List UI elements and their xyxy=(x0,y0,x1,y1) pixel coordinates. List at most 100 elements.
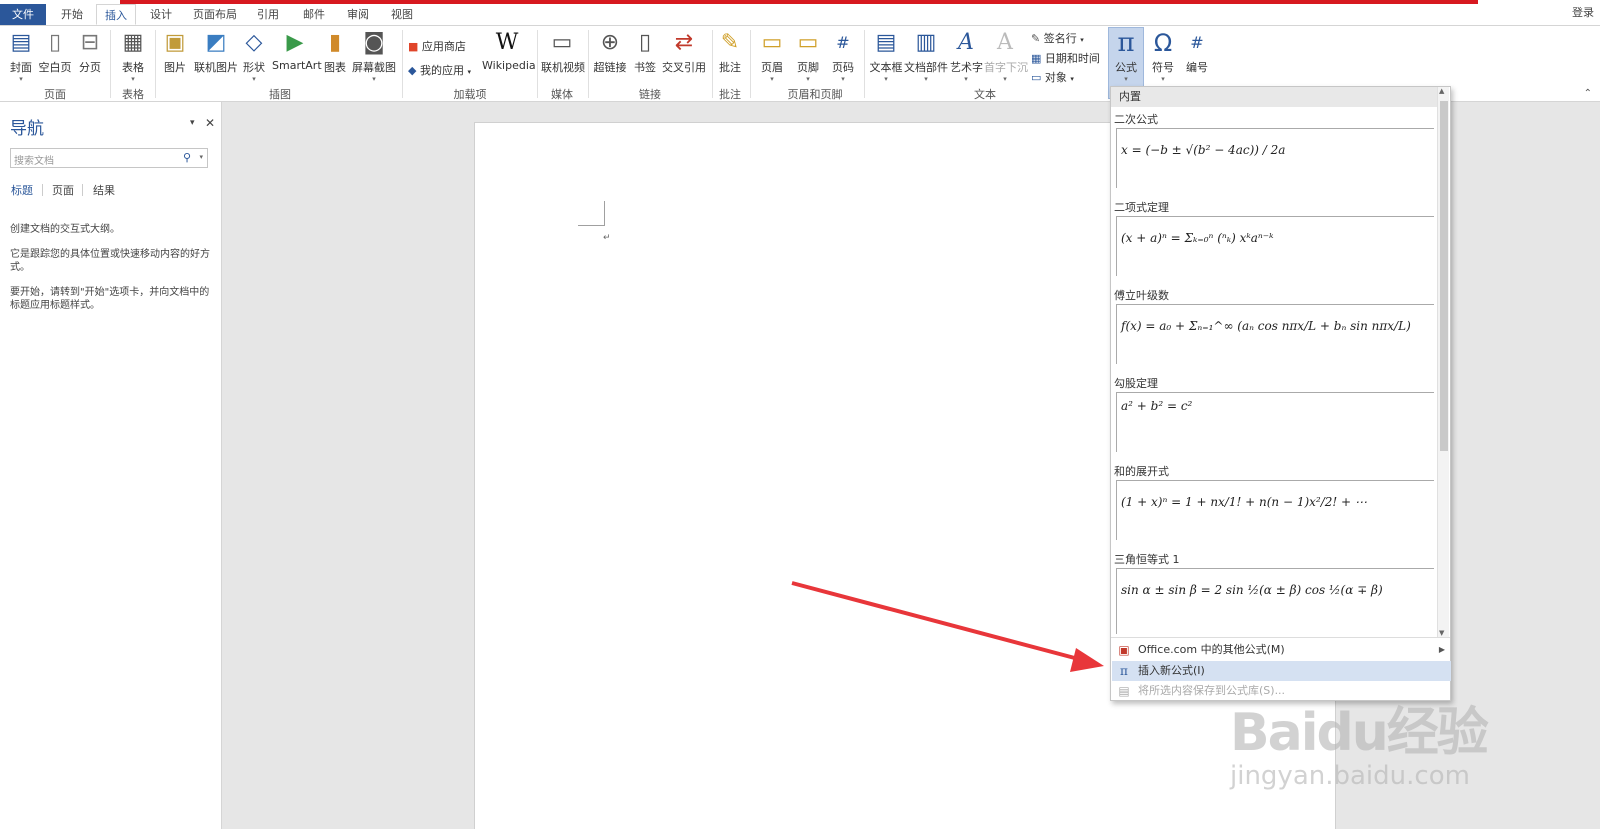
more-equations-menu-item[interactable]: ▣ Office.com 中的其他公式(M) ▶ xyxy=(1112,640,1451,660)
login-link[interactable]: 登录 xyxy=(1572,4,1594,20)
equation-preview: sin α ± sin β = 2 sin ½(α ± β) cos ½(α ∓… xyxy=(1121,583,1383,597)
tab-file[interactable]: 文件 xyxy=(0,4,46,25)
page-break-button[interactable]: ⊟ 分页 xyxy=(76,29,104,75)
search-document-input[interactable]: 搜索文档 ⚲ ▾ xyxy=(10,148,208,168)
equation-fourier[interactable]: f(x) = a₀ + Σₙ₌₁^∞ (aₙ cos nπx/L + bₙ si… xyxy=(1116,304,1434,364)
chevron-down-icon: ▾ xyxy=(964,75,968,83)
omega-icon: Ω xyxy=(1153,29,1173,57)
chevron-down-icon: ▾ xyxy=(1070,75,1074,83)
number-button[interactable]: # 编号 xyxy=(1182,29,1212,75)
drop-cap-button[interactable]: A 首字下沉 ▾ xyxy=(984,29,1028,83)
comment-icon: ✎ xyxy=(720,30,740,55)
blank-page-button[interactable]: ▯ 空白页 xyxy=(38,29,72,75)
tab-home[interactable]: 开始 xyxy=(52,4,92,25)
group-illustrations: 插图 xyxy=(269,88,291,101)
wikipedia-button[interactable]: W Wikipedia xyxy=(482,29,536,72)
pictures-button[interactable]: ▣ 图片 xyxy=(160,29,190,75)
insert-new-equation-menu-item[interactable]: π 插入新公式(I) xyxy=(1112,661,1451,681)
online-video-button[interactable]: ▭ 联机视频 xyxy=(541,29,585,75)
header-button[interactable]: ▭ 页眉 ▾ xyxy=(758,29,786,83)
tab-insert[interactable]: 插入 xyxy=(96,4,136,25)
equation-trig[interactable]: sin α ± sin β = 2 sin ½(α ± β) cos ½(α ∓… xyxy=(1116,568,1434,634)
footer-button[interactable]: ▭ 页脚 ▾ xyxy=(794,29,822,83)
equation-binomial[interactable]: (x + a)ⁿ = Σₖ₌₀ⁿ (ⁿₖ) xᵏaⁿ⁻ᵏ xyxy=(1116,216,1434,276)
footer-icon: ▭ xyxy=(797,30,819,55)
office-icon: ▣ xyxy=(1118,643,1130,657)
gallery-scrollbar[interactable]: ▲ ▼ xyxy=(1437,87,1449,637)
hyperlink-button[interactable]: ⊕ 超链接 xyxy=(593,29,627,75)
equation-preview: (1 + x)ⁿ = 1 + nx/1! + n(n − 1)x²/2! + ⋯ xyxy=(1121,495,1367,509)
scroll-thumb[interactable] xyxy=(1440,101,1448,451)
quick-parts-icon: ▥ xyxy=(915,30,937,55)
scroll-down-icon[interactable]: ▼ xyxy=(1439,629,1444,637)
text-box-button[interactable]: ▤ 文本框 ▾ xyxy=(868,29,904,83)
cover-page-icon: ▤ xyxy=(10,30,32,55)
screenshot-button[interactable]: ◙ 屏幕截图 ▾ xyxy=(352,29,396,83)
chevron-down-icon: ▾ xyxy=(841,75,845,83)
my-apps-button[interactable]: ◆ 我的应用 ▾ xyxy=(408,62,471,78)
equation-button[interactable]: π 公式 ▾ xyxy=(1108,29,1144,83)
equation-label: 二次公式 xyxy=(1114,113,1158,126)
office-store-button[interactable]: ■ 应用商店 xyxy=(408,38,466,54)
quick-parts-button[interactable]: ▥ 文档部件 ▾ xyxy=(904,29,948,83)
divider xyxy=(42,184,43,196)
equation-label: 三角恒等式 1 xyxy=(1114,553,1180,566)
group-text: 文本 xyxy=(974,88,996,101)
wordart-button[interactable]: A 艺术字 ▾ xyxy=(950,29,983,83)
equation-quadratic[interactable]: x = (−b ± √(b² − 4ac)) / 2a xyxy=(1116,128,1434,188)
divider xyxy=(82,184,83,196)
calendar-icon: ▦ xyxy=(1031,52,1042,65)
gallery-header: 内置 xyxy=(1111,87,1437,107)
drop-cap-icon: A xyxy=(997,30,1013,55)
tab-page-layout[interactable]: 页面布局 xyxy=(190,4,240,25)
tab-results[interactable]: 结果 xyxy=(93,182,115,198)
smartart-button[interactable]: ▶ SmartArt xyxy=(272,29,322,72)
chevron-down-icon[interactable]: ▾ xyxy=(199,153,203,161)
tab-review[interactable]: 审阅 xyxy=(340,4,376,25)
chart-icon: ▮ xyxy=(328,30,342,55)
tab-design[interactable]: 设计 xyxy=(141,4,181,25)
search-icon[interactable]: ⚲ xyxy=(183,151,191,164)
signature-line-button[interactable]: ✎ 签名行 ▾ xyxy=(1031,30,1084,46)
equation-pythagorean[interactable]: a² + b² = c² xyxy=(1116,392,1434,452)
chevron-down-icon: ▾ xyxy=(884,75,888,83)
symbol-button[interactable]: Ω 符号 ▾ xyxy=(1148,29,1178,83)
shapes-icon: ◇ xyxy=(245,30,263,55)
navigation-pane: 导航 ▾ ✕ 搜索文档 ⚲ ▾ 标题 页面 结果 创建文档的交互式大纲。 它是跟… xyxy=(0,102,222,829)
collapse-ribbon-icon[interactable]: ⌃ xyxy=(1584,88,1592,99)
scroll-up-icon[interactable]: ▲ xyxy=(1439,87,1444,95)
cross-reference-icon: ⇄ xyxy=(674,30,694,55)
chevron-right-icon: ▶ xyxy=(1438,645,1445,654)
chart-button[interactable]: ▮ 图表 xyxy=(322,29,348,75)
chevron-down-icon: ▾ xyxy=(19,75,23,83)
link-icon: ⊕ xyxy=(600,30,620,55)
shapes-button[interactable]: ◇ 形状 ▾ xyxy=(240,29,268,83)
nav-help-text-1: 创建文档的交互式大纲。 xyxy=(10,224,120,235)
number-icon: # xyxy=(1190,33,1204,52)
tab-view[interactable]: 视图 xyxy=(384,4,420,25)
online-pictures-button[interactable]: ◩ 联机图片 xyxy=(193,29,239,75)
close-icon[interactable]: ✕ xyxy=(205,116,215,130)
chevron-down-icon: ▾ xyxy=(131,75,135,83)
divider xyxy=(712,30,713,98)
tab-headings[interactable]: 标题 xyxy=(11,182,33,198)
group-addins: 加载项 xyxy=(453,88,487,101)
bookmark-button[interactable]: ▯ 书签 xyxy=(631,29,659,75)
pi-icon: π xyxy=(1117,28,1135,58)
divider xyxy=(155,30,156,98)
tab-pages[interactable]: 页面 xyxy=(52,182,74,198)
tab-references[interactable]: 引用 xyxy=(250,4,286,25)
page-number-button[interactable]: # 页码 ▾ xyxy=(829,29,857,83)
divider xyxy=(864,30,865,98)
comment-button[interactable]: ✎ 批注 xyxy=(716,29,744,75)
date-time-button[interactable]: ▦ 日期和时间 xyxy=(1031,50,1100,66)
equation-label: 傅立叶级数 xyxy=(1114,289,1169,302)
cover-page-button[interactable]: ▤ 封面 ▾ xyxy=(6,29,36,83)
equation-expansion[interactable]: (1 + x)ⁿ = 1 + nx/1! + n(n − 1)x²/2! + ⋯ xyxy=(1116,480,1434,540)
table-button[interactable]: ▦ 表格 ▾ xyxy=(118,29,148,83)
pane-options-icon[interactable]: ▾ xyxy=(190,118,195,128)
tab-mailings[interactable]: 邮件 xyxy=(296,4,332,25)
cross-reference-button[interactable]: ⇄ 交叉引用 xyxy=(662,29,706,75)
object-button[interactable]: ▭ 对象 ▾ xyxy=(1031,69,1074,85)
equation-preview: f(x) = a₀ + Σₙ₌₁^∞ (aₙ cos nπx/L + bₙ si… xyxy=(1121,319,1411,333)
